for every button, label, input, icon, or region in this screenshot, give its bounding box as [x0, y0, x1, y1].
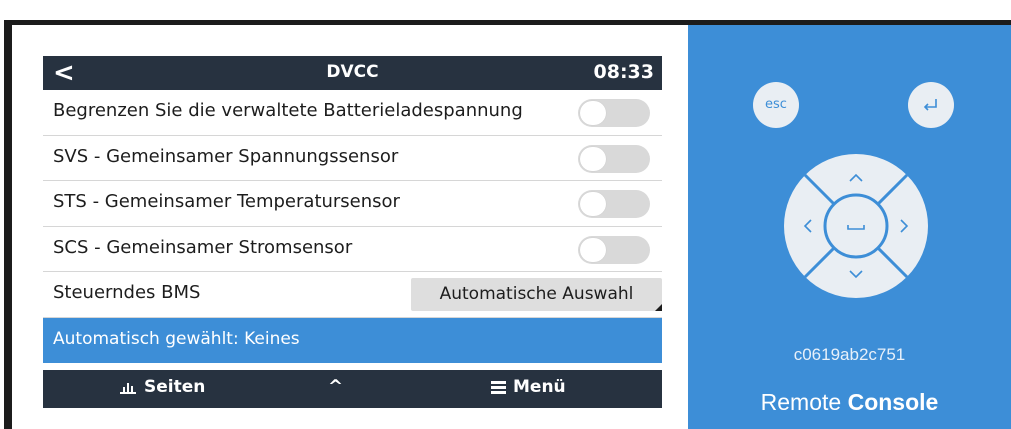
toggle-knob	[580, 237, 606, 262]
esc-button[interactable]: esc	[753, 82, 799, 128]
chevron-up-icon: ^	[328, 376, 344, 397]
sts-toggle[interactable]	[578, 190, 650, 218]
pages-label: Seiten	[144, 377, 206, 397]
clock: 08:33	[593, 61, 654, 83]
brand-regular: Remote	[760, 389, 842, 415]
setting-label: Begrenzen Sie die verwaltete Batterielad…	[53, 100, 523, 121]
brand-bold: Console	[847, 389, 939, 415]
setting-label: SVS - Gemeinsamer Spannungssensor	[53, 145, 399, 167]
dpad	[784, 154, 928, 298]
menu-button[interactable]: Menü	[491, 377, 566, 397]
bms-select-value: Automatische Auswahl	[439, 284, 634, 304]
hostname: c0619ab2c751	[793, 345, 906, 364]
dropdown-corner-icon	[655, 304, 662, 311]
setting-row-scs[interactable]: SCS - Gemeinsamer Stromsensor	[43, 226, 662, 272]
ccgx-screen: < DVCC 08:33 Begrenzen Sie die verwaltet…	[43, 56, 662, 408]
setting-row-bms[interactable]: Steuerndes BMS Automatische Auswahl	[43, 272, 662, 318]
remote-console-brand: Remote Console	[688, 389, 1011, 416]
toggle-knob	[580, 101, 606, 125]
auto-selected-row[interactable]: Automatisch gewählt: Keines	[43, 317, 662, 363]
bms-select[interactable]: Automatische Auswahl	[411, 278, 662, 311]
pages-button[interactable]: Seiten	[120, 377, 205, 397]
setting-label: SCS - Gemeinsamer Stromsensor	[53, 236, 353, 258]
setting-row-sts[interactable]: STS - Gemeinsamer Temperatursensor	[43, 181, 662, 227]
title-bar: < DVCC 08:33	[43, 56, 662, 90]
esc-label: esc	[765, 97, 787, 112]
setting-label: STS - Gemeinsamer Temperatursensor	[53, 191, 400, 212]
page-title: DVCC	[326, 62, 379, 82]
menu-label: Menü	[513, 377, 566, 397]
setting-row-limit-voltage[interactable]: Begrenzen Sie die verwaltete Batterielad…	[43, 90, 662, 136]
up-button[interactable]: ^	[328, 376, 343, 397]
bar-chart-icon	[120, 380, 136, 394]
enter-button[interactable]	[908, 82, 954, 128]
hamburger-icon	[491, 380, 506, 394]
svs-toggle[interactable]	[578, 144, 650, 173]
scs-toggle[interactable]	[578, 235, 650, 264]
auto-selected-label: Automatisch gewählt: Keines	[53, 328, 300, 349]
toggle-knob	[580, 192, 606, 216]
enter-icon	[923, 99, 937, 111]
toggle-knob	[580, 146, 606, 171]
limit-voltage-toggle[interactable]	[578, 99, 650, 127]
bottom-bar: Seiten ^ Menü	[43, 370, 662, 408]
setting-row-svs[interactable]: SVS - Gemeinsamer Spannungssensor	[43, 135, 662, 181]
